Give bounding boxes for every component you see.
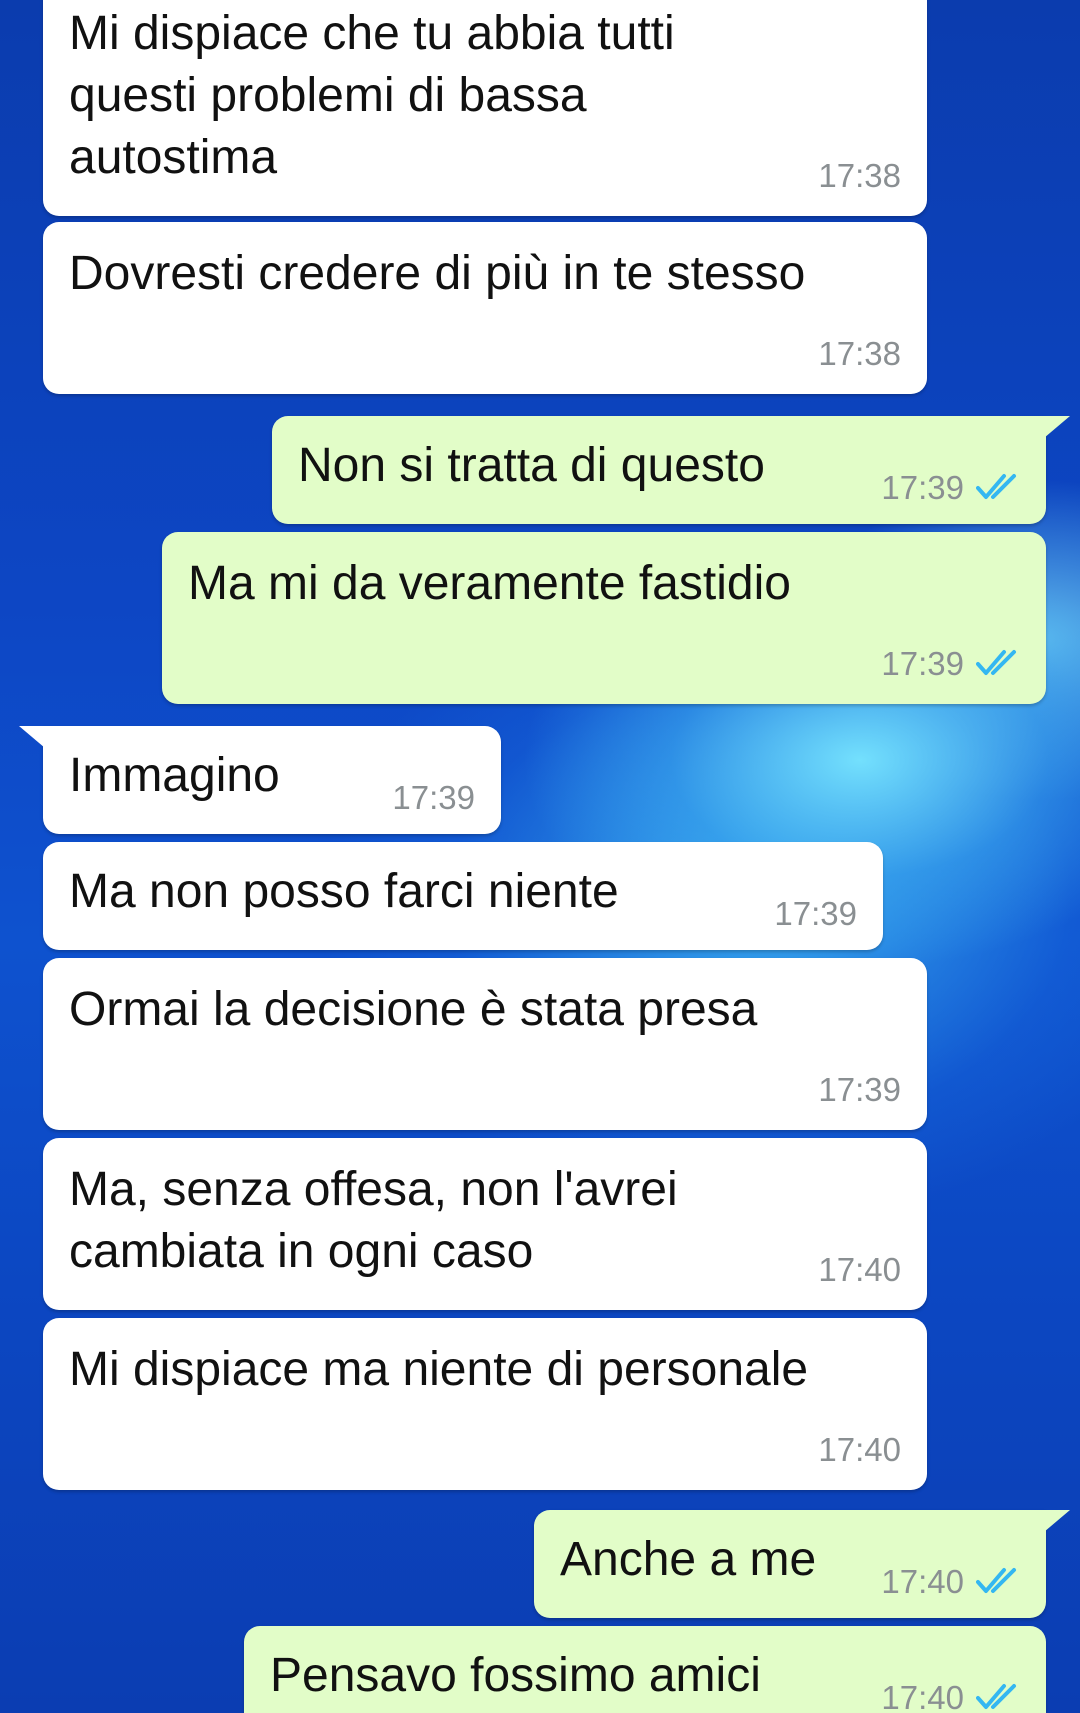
- message-bubble-incoming[interactable]: Ormai la decisione è stata presa 17:39: [43, 958, 927, 1130]
- message-timestamp: 17:39: [774, 895, 857, 932]
- message-text: Pensavo fossimo amici: [270, 1649, 761, 1702]
- bubble-tail: [1044, 1510, 1070, 1532]
- message-timestamp: 17:39: [881, 469, 964, 506]
- message-timestamp: 17:39: [818, 1071, 901, 1108]
- message-bubble-outgoing[interactable]: Pensavo fossimo amici 17:40: [244, 1626, 1046, 1713]
- message-timestamp: 17:39: [881, 645, 964, 682]
- message-timestamp: 17:39: [392, 779, 475, 816]
- message-text: Ma non posso farci niente: [69, 865, 619, 918]
- message-bubble-incoming[interactable]: Dovresti credere di più in te stesso 17:…: [43, 222, 927, 394]
- message-text: Dovresti credere di più in te stesso: [69, 247, 806, 300]
- message-text: Ormai la decisione è stata presa: [69, 983, 758, 1036]
- chat-view[interactable]: Mi dispiace che tu abbia tutti questi pr…: [0, 0, 1080, 1713]
- message-bubble-incoming[interactable]: Ma non posso farci niente 17:39: [43, 842, 883, 950]
- message-bubble-outgoing[interactable]: Anche a me 17:40: [534, 1510, 1070, 1618]
- double-check-icon: [976, 474, 1016, 499]
- message-text: Ma, senza offesa, non l'avrei: [69, 1163, 678, 1216]
- message-text: Immagino: [69, 749, 280, 802]
- message-bubble-incoming[interactable]: Mi dispiace che tu abbia tutti questi pr…: [43, 0, 927, 216]
- message-text: autostima: [69, 131, 278, 184]
- message-text: Anche a me: [560, 1533, 817, 1586]
- message-timestamp: 17:40: [881, 1563, 964, 1600]
- message-timestamp: 17:40: [818, 1251, 901, 1288]
- message-text: cambiata in ogni caso: [69, 1225, 534, 1278]
- message-timestamp: 17:40: [881, 1679, 964, 1713]
- message-bubble-incoming[interactable]: Mi dispiace ma niente di personale 17:40: [43, 1318, 927, 1490]
- message-timestamp: 17:40: [818, 1431, 901, 1468]
- double-check-icon: [976, 1568, 1016, 1593]
- double-check-icon: [976, 650, 1016, 675]
- message-text: Ma mi da veramente fastidio: [188, 557, 791, 610]
- message-text: Non si tratta di questo: [298, 439, 765, 492]
- double-check-icon: [976, 1684, 1016, 1709]
- message-bubble-outgoing[interactable]: Ma mi da veramente fastidio 17:39: [162, 532, 1046, 704]
- bubble-tail: [1044, 416, 1070, 438]
- message-text: Mi dispiace ma niente di personale: [69, 1343, 809, 1396]
- message-text: questi problemi di bassa: [69, 69, 587, 122]
- message-bubble-outgoing[interactable]: Non si tratta di questo 17:39: [272, 416, 1070, 524]
- bubble-tail: [19, 726, 45, 748]
- message-text: Mi dispiace che tu abbia tutti: [69, 7, 675, 60]
- message-timestamp: 17:38: [818, 335, 901, 372]
- message-timestamp: 17:38: [818, 157, 901, 194]
- message-bubble-incoming[interactable]: Ma, senza offesa, non l'avrei cambiata i…: [43, 1138, 927, 1310]
- message-bubble-incoming[interactable]: Immagino 17:39: [19, 726, 501, 834]
